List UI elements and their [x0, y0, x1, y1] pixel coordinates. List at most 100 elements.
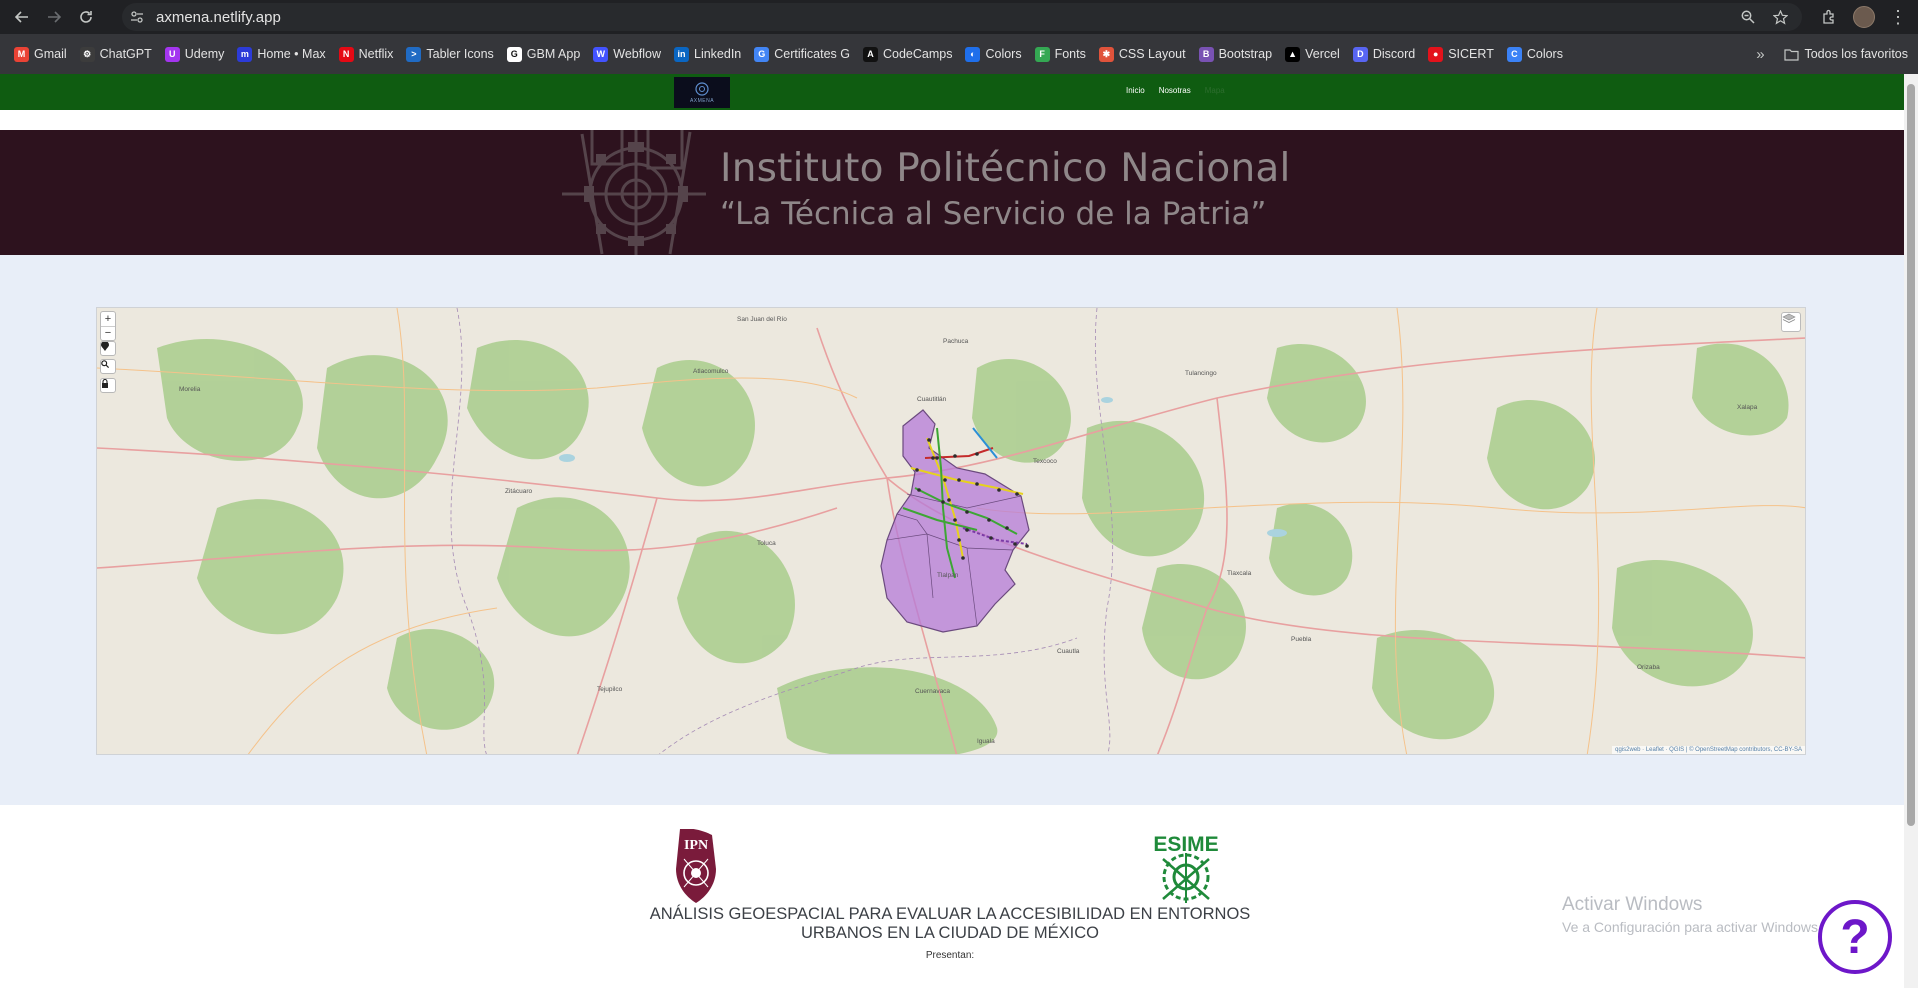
bookmark-item[interactable]: ✱ CSS Layout: [1093, 41, 1192, 67]
page-scrollbar[interactable]: [1904, 74, 1918, 988]
station-marker[interactable]: [1005, 526, 1009, 530]
back-button[interactable]: [8, 3, 36, 31]
bookmark-item[interactable]: G GBM App: [501, 41, 587, 67]
bootstrap-icon: B: [1198, 46, 1214, 62]
reload-icon: [80, 11, 92, 23]
map-search-button[interactable]: [100, 359, 116, 374]
extensions-icon[interactable]: [1816, 3, 1844, 31]
station-marker[interactable]: [1025, 544, 1029, 548]
map-canvas[interactable]: [97, 308, 1806, 755]
zoom-out-button[interactable]: −: [101, 326, 115, 340]
codecamps-icon: A: [862, 46, 878, 62]
bookmark-item[interactable]: D Discord: [1347, 41, 1421, 67]
bookmark-label: Udemy: [184, 47, 225, 61]
station-marker[interactable]: [989, 536, 993, 540]
bookmark-label: Netflix: [358, 47, 394, 61]
windows-activation-watermark: Activar Windows Ve a Configuración para …: [1562, 894, 1822, 935]
reload-button[interactable]: [72, 3, 100, 31]
arrow-right-icon: [48, 11, 61, 23]
bookmark-item[interactable]: M Gmail: [8, 41, 73, 67]
bookmark-item[interactable]: A CodeCamps: [857, 41, 958, 67]
bookmark-item[interactable]: ⚙ ChatGPT: [74, 41, 158, 67]
bookmark-item[interactable]: ◐ Colors: [959, 41, 1027, 67]
lock-button[interactable]: [100, 378, 116, 393]
nav-link-nosotras[interactable]: Nosotras: [1159, 86, 1191, 95]
bookmark-label: Discord: [1372, 47, 1416, 61]
bookmark-item[interactable]: W Webflow: [587, 41, 667, 67]
bookmark-item[interactable]: ● SICERT: [1422, 41, 1500, 67]
profile-avatar[interactable]: [1850, 3, 1878, 31]
leaflet-map[interactable]: + − qgis2web · Leaflet · QGIS | © OpenSt…: [96, 307, 1806, 755]
bookmark-label: SICERT: [1448, 47, 1494, 61]
zoom-icon[interactable]: [1734, 3, 1762, 31]
hero-banner: Instituto Politécnico Nacional “La Técni…: [0, 130, 1904, 255]
logo-emblem-icon: [695, 82, 709, 96]
bookmark-item[interactable]: N Netflix: [333, 41, 400, 67]
bookmark-item[interactable]: F Fonts: [1029, 41, 1092, 67]
bookmark-item[interactable]: U Udemy: [159, 41, 231, 67]
nav-link-inicio[interactable]: Inicio: [1126, 86, 1145, 95]
station-marker[interactable]: [953, 454, 957, 458]
locate-button[interactable]: [100, 341, 116, 356]
more-bookmarks-icon[interactable]: »: [1748, 46, 1772, 63]
bookmarks-bar: M Gmail ⚙ ChatGPT U Udemy m Home • Max N Netflix >…: [0, 34, 1918, 74]
help-button[interactable]: ?: [1818, 900, 1892, 974]
url-text[interactable]: axmena.netlify.app: [156, 9, 281, 26]
station-marker[interactable]: [961, 556, 965, 560]
station-marker[interactable]: [935, 456, 939, 460]
scrollbar-thumb[interactable]: [1907, 84, 1915, 826]
station-marker[interactable]: [965, 528, 969, 532]
search-icon: [101, 360, 109, 368]
map-place-label: Morelia: [179, 386, 201, 393]
site-logo[interactable]: AXMENA: [674, 77, 730, 108]
logo-text: AXMENA: [689, 98, 715, 104]
station-marker[interactable]: [1015, 492, 1019, 496]
all-bookmarks-label: Todos los favoritos: [1804, 47, 1908, 61]
all-bookmarks-folder[interactable]: Todos los favoritos: [1784, 41, 1908, 67]
bookmark-item[interactable]: > Tabler Icons: [400, 41, 499, 67]
bookmark-item[interactable]: C Colors: [1501, 41, 1569, 67]
site-info-icon[interactable]: [122, 3, 152, 31]
station-marker[interactable]: [953, 518, 957, 522]
map-place-label: Toluca: [757, 540, 776, 547]
station-marker[interactable]: [975, 452, 979, 456]
forward-button[interactable]: [40, 3, 68, 31]
station-marker[interactable]: [915, 468, 919, 472]
nav-link-mapa[interactable]: Mapa: [1205, 86, 1225, 95]
station-marker[interactable]: [927, 438, 931, 442]
map-place-label: Cuernavaca: [915, 688, 951, 695]
pin-icon: [101, 342, 109, 351]
bookmark-item[interactable]: ▲ Vercel: [1279, 41, 1346, 67]
layers-control[interactable]: [1781, 312, 1801, 332]
map-attribution[interactable]: qgis2web · Leaflet · QGIS | © OpenStreet…: [1612, 746, 1805, 754]
browser-toolbar: axmena.netlify.app ⋮: [0, 0, 1918, 34]
station-marker[interactable]: [965, 510, 969, 514]
bookmark-item[interactable]: G Certificates G: [748, 41, 856, 67]
browser-menu-icon[interactable]: ⋮: [1884, 3, 1912, 31]
fonts-icon: F: [1034, 46, 1050, 62]
activation-title: Activar Windows: [1562, 894, 1703, 915]
bookmark-label: ChatGPT: [99, 47, 152, 61]
map-place-label: Texcoco: [1033, 458, 1057, 465]
station-marker[interactable]: [1013, 542, 1017, 546]
station-marker[interactable]: [975, 482, 979, 486]
station-marker[interactable]: [947, 498, 951, 502]
station-marker[interactable]: [931, 456, 935, 460]
station-marker[interactable]: [987, 518, 991, 522]
bookmark-item[interactable]: B Bootstrap: [1193, 41, 1279, 67]
bookmark-item[interactable]: in LinkedIn: [668, 41, 747, 67]
gbm-icon: G: [506, 46, 522, 62]
bookmark-star-icon[interactable]: [1766, 3, 1794, 31]
station-marker[interactable]: [957, 538, 961, 542]
station-marker[interactable]: [997, 488, 1001, 492]
station-marker[interactable]: [917, 488, 921, 492]
esime-logo-text: ESIME: [1153, 833, 1218, 856]
station-marker[interactable]: [941, 500, 945, 504]
station-marker[interactable]: [943, 478, 947, 482]
station-marker[interactable]: [957, 478, 961, 482]
arrow-left-icon: [15, 11, 28, 23]
bookmark-item[interactable]: m Home • Max: [231, 41, 331, 67]
map-section: + − qgis2web · Leaflet · QGIS | © OpenSt…: [0, 255, 1904, 805]
zoom-in-button[interactable]: +: [101, 312, 115, 326]
address-bar[interactable]: axmena.netlify.app: [122, 3, 1802, 31]
